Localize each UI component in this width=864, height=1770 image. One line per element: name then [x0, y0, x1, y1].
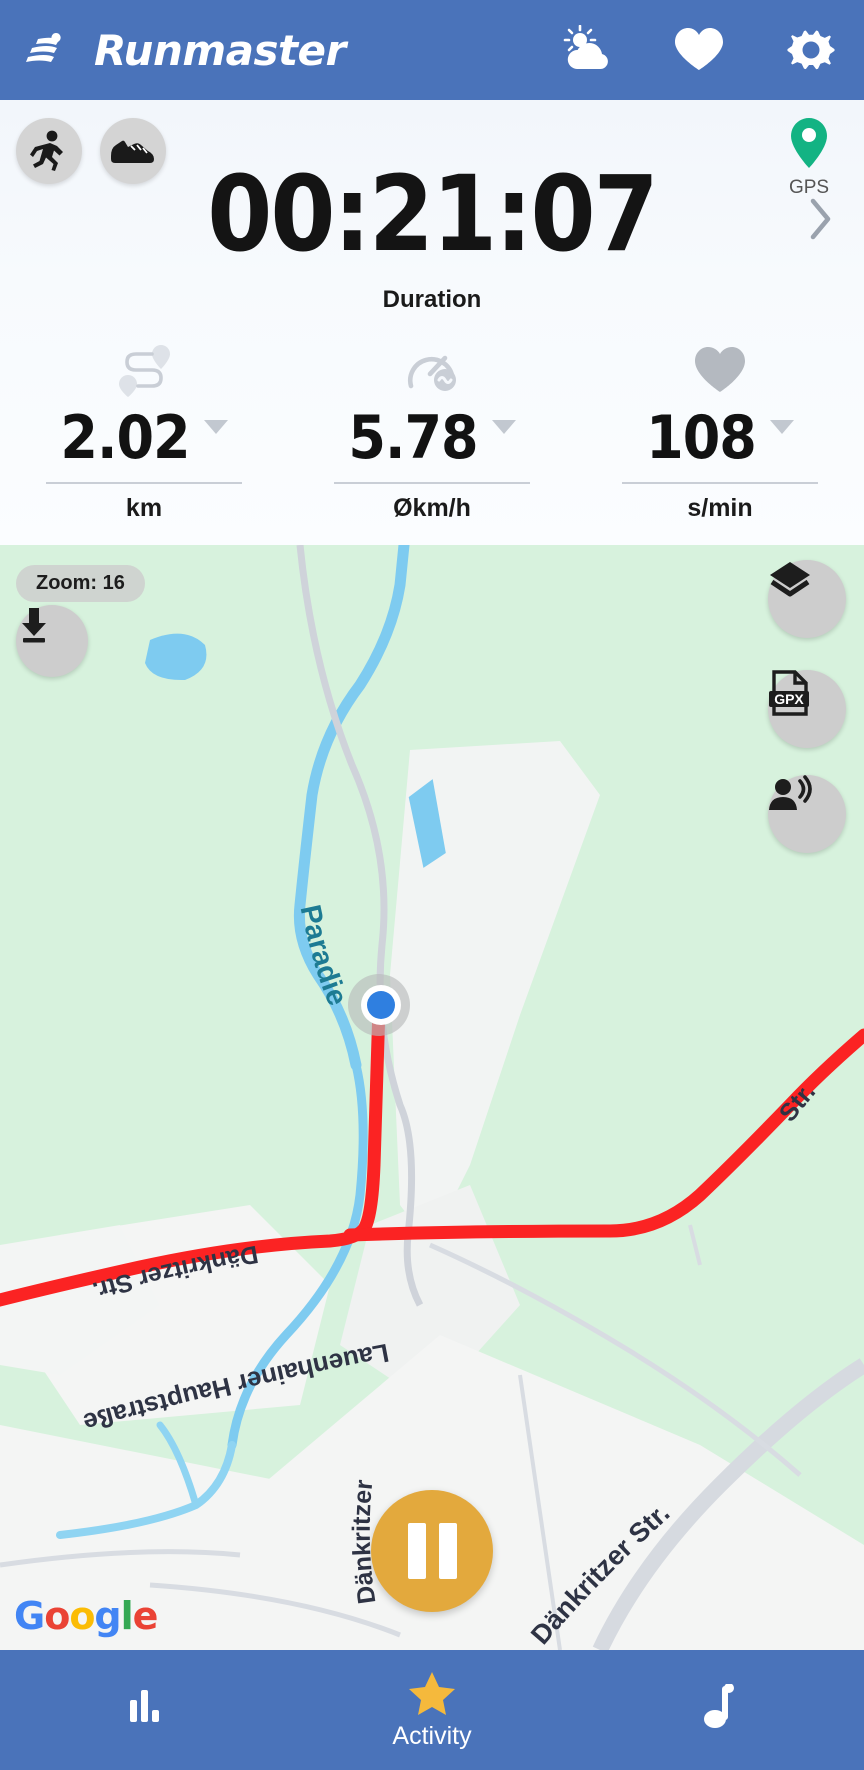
- weather-icon[interactable]: [560, 23, 614, 77]
- bottom-navigation: Activity: [0, 1650, 864, 1770]
- tab-activity-label: Activity: [392, 1721, 472, 1750]
- route-icon: [116, 340, 172, 400]
- running-logo-icon: [26, 27, 78, 73]
- voice-coach-icon[interactable]: [768, 775, 846, 853]
- caret-down-icon[interactable]: [203, 420, 228, 434]
- caret-down-icon[interactable]: [491, 420, 516, 434]
- zoom-badge: Zoom: 16: [16, 565, 145, 602]
- pause-bar-right: [438, 1523, 457, 1579]
- metric-speed-value: 5.78: [348, 403, 478, 473]
- download-icon[interactable]: [16, 605, 88, 677]
- app-header: Runmaster: [0, 0, 864, 100]
- gear-icon[interactable]: [784, 23, 838, 77]
- tab-statistics[interactable]: [0, 1650, 288, 1770]
- header-actions: [560, 23, 838, 77]
- duration-value: 00:21:07: [207, 153, 658, 275]
- metrics-row: 2.02 km 5.78 Økm/h 108 s/min: [0, 340, 864, 523]
- heart-icon[interactable]: [672, 23, 726, 77]
- heart-icon: [692, 340, 748, 400]
- brand: Runmaster: [26, 26, 346, 75]
- chevron-right-icon[interactable]: [808, 196, 834, 247]
- caret-down-icon[interactable]: [769, 420, 794, 434]
- pause-bar-left: [407, 1523, 426, 1579]
- pause-button[interactable]: [371, 1490, 493, 1612]
- metric-heartrate-unit: s/min: [687, 494, 753, 522]
- divider: [622, 482, 818, 484]
- divider: [334, 482, 530, 484]
- tab-music[interactable]: [576, 1650, 864, 1770]
- app-title: Runmaster: [94, 25, 346, 75]
- star-icon: [409, 1671, 455, 1715]
- divider: [46, 482, 242, 484]
- speed-icon: [403, 340, 461, 400]
- map-canvas: Paradiesbach Dänkritzer Str. Dänkritzer …: [0, 545, 864, 1650]
- bar-chart-icon: [130, 1690, 159, 1722]
- duration-label: Duration: [382, 286, 482, 313]
- metric-distance-value: 2.02: [60, 403, 190, 473]
- stats-panel: GPS 00:21:07 Duration 2.02 km 5.78 Økm/h…: [0, 100, 864, 545]
- google-attribution: Google: [14, 1594, 158, 1638]
- layers-icon[interactable]: [768, 560, 846, 638]
- metric-heartrate-value: 108: [646, 403, 757, 473]
- music-note-icon: [704, 1684, 734, 1728]
- metric-distance-unit: km: [125, 494, 163, 522]
- gpx-file-icon[interactable]: GPX: [768, 670, 846, 748]
- metric-heartrate[interactable]: 108 s/min: [576, 340, 864, 523]
- duration-block[interactable]: 00:21:07 Duration: [0, 162, 864, 314]
- map-view[interactable]: Paradiesbach Dänkritzer Str. Dänkritzer …: [0, 545, 864, 1650]
- metric-speed-unit: Økm/h: [393, 494, 471, 522]
- tab-activity[interactable]: Activity: [288, 1650, 576, 1770]
- gpx-label: GPX: [774, 691, 804, 707]
- metric-distance[interactable]: 2.02 km: [0, 340, 288, 523]
- metric-speed[interactable]: 5.78 Økm/h: [288, 340, 576, 523]
